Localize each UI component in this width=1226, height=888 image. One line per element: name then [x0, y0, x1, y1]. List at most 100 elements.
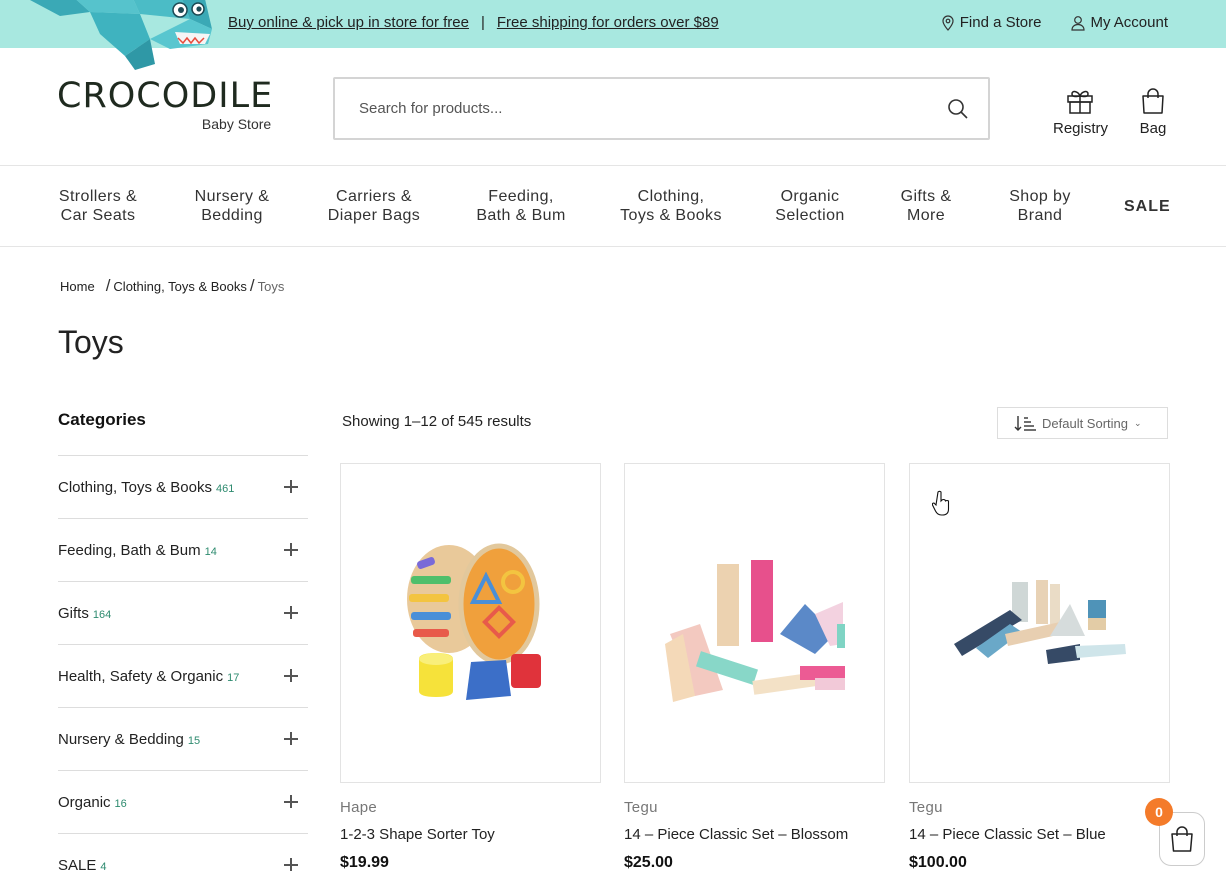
user-icon [1071, 15, 1086, 31]
nav-line: More [906, 207, 946, 224]
header-actions: Registry Bag [1053, 86, 1168, 137]
nav-item-sale[interactable]: SALE [1124, 197, 1170, 216]
search-button[interactable] [928, 79, 988, 138]
sort-icon [1014, 416, 1036, 431]
expand-plus-icon[interactable] [284, 479, 300, 495]
category-item[interactable]: Clothing, Toys & Books 461 [58, 455, 308, 518]
gift-icon [1067, 90, 1094, 114]
nav-item-clothing[interactable]: Clothing, Toys & Books [616, 187, 726, 225]
search-icon [948, 98, 968, 119]
logo-name: CROCODILE [57, 76, 274, 116]
shopping-bag-icon [1142, 88, 1164, 114]
nav-line: Brand [1017, 207, 1063, 224]
promo-links: Buy online & pick up in store for free |… [228, 14, 719, 31]
product-title[interactable]: 1-2-3 Shape Sorter Toy [340, 826, 601, 843]
expand-plus-icon[interactable] [284, 731, 300, 747]
nav-line: Organic [780, 188, 840, 205]
registry-label: Registry [1052, 120, 1108, 137]
floating-cart-button[interactable]: 0 [1145, 798, 1205, 866]
product-card: Tegu 14 – Piece Classic Set – Blossom $2… [624, 463, 885, 872]
nav-line: Toys & Books [620, 207, 722, 224]
expand-plus-icon[interactable] [284, 857, 300, 873]
logo-subtitle: Baby Store [201, 116, 272, 132]
nav-line: Selection [775, 207, 845, 224]
product-image[interactable] [340, 463, 601, 783]
wooden-blocks-blossom-image [665, 560, 845, 702]
page-title: Toys [58, 324, 124, 360]
product-card: Hape 1-2-3 Shape Sorter Toy $19.99 [340, 463, 601, 872]
product-price: $19.99 [340, 854, 389, 871]
nav-line: Gifts & [900, 188, 952, 205]
product-card: Tegu 14 – Piece Classic Set – Blue $100.… [909, 463, 1170, 872]
promo-separator: | [480, 14, 485, 31]
search-input[interactable] [335, 79, 928, 138]
product-title[interactable]: 14 – Piece Classic Set – Blue [909, 826, 1170, 843]
category-item[interactable]: Health, Safety & Organic 17 [58, 644, 308, 707]
registry-button[interactable]: Registry [1053, 86, 1108, 137]
shipping-promo-link[interactable]: Free shipping for orders over $89 [497, 14, 719, 31]
shopping-bag-icon [1171, 826, 1193, 852]
nav-line: Car Seats [60, 207, 136, 224]
sorting-dropdown[interactable]: Default Sorting ⌄ [997, 407, 1168, 439]
category-count: 164 [92, 608, 112, 621]
nav-line: Bath & Bum [476, 207, 566, 224]
category-item[interactable]: Nursery & Bedding 15 [58, 707, 308, 770]
nav-line: Clothing, [637, 188, 705, 205]
site-logo[interactable]: CROCODILE Baby Store [57, 76, 274, 132]
nav-item-nursery[interactable]: Nursery & Bedding [191, 187, 273, 225]
product-brand: Tegu [624, 799, 658, 816]
my-account-label: My Account [1090, 14, 1168, 31]
category-item[interactable]: Gifts 164 [58, 581, 308, 644]
expand-plus-icon[interactable] [284, 668, 300, 684]
expand-plus-icon[interactable] [284, 794, 300, 810]
category-count: 4 [100, 860, 107, 873]
breadcrumb-parent[interactable]: Clothing, Toys & Books [113, 279, 246, 294]
category-label: Feeding, Bath & Bum [58, 541, 201, 559]
nav-item-gifts[interactable]: Gifts & More [895, 187, 957, 225]
product-price: $25.00 [624, 854, 673, 871]
category-count: 461 [215, 482, 235, 495]
product-image[interactable] [624, 463, 885, 783]
category-item[interactable]: SALE 4 [58, 833, 308, 888]
category-list: Clothing, Toys & Books 461 Feeding, Bath … [58, 455, 308, 888]
category-label: Clothing, Toys & Books [58, 478, 212, 496]
nav-item-carriers[interactable]: Carriers & Diaper Bags [322, 187, 426, 225]
nav-item-organic[interactable]: Organic Selection [770, 187, 850, 225]
my-account-link[interactable]: My Account [1071, 14, 1168, 31]
crocodile-mascot-icon [30, 0, 212, 70]
category-count: 17 [227, 671, 240, 684]
nav-item-feeding[interactable]: Feeding, Bath & Bum [470, 187, 572, 225]
nav-divider [0, 246, 1226, 247]
category-label: Nursery & Bedding [58, 730, 184, 748]
bag-label: Bag [1139, 120, 1167, 137]
breadcrumb-home[interactable]: Home [60, 279, 95, 294]
pickup-promo-link[interactable]: Buy online & pick up in store for free [228, 14, 469, 31]
nav-line: Feeding, [488, 188, 554, 205]
sorting-value: Default Sorting [1042, 415, 1128, 431]
breadcrumb: Home / Clothing, Toys & Books / Toys [60, 276, 284, 296]
category-count: 16 [114, 797, 127, 810]
expand-plus-icon[interactable] [284, 542, 300, 558]
nav-line: Strollers & [58, 188, 138, 205]
nav-line: Carriers & [335, 188, 412, 205]
results-count: Showing 1–12 of 545 results [342, 413, 532, 430]
category-label: Gifts [58, 604, 89, 622]
category-item[interactable]: Feeding, Bath & Bum 14 [58, 518, 308, 581]
category-label: SALE [58, 856, 97, 874]
map-pin-icon [942, 14, 954, 31]
nav-line: Bedding [201, 207, 263, 224]
category-item[interactable]: Organic 16 [58, 770, 308, 833]
breadcrumb-current: Toys [257, 278, 285, 294]
expand-plus-icon[interactable] [284, 605, 300, 621]
product-brand: Tegu [909, 799, 943, 816]
find-store-link[interactable]: Find a Store [941, 14, 1041, 31]
breadcrumb-separator: / [105, 276, 111, 295]
breadcrumb-separator: / [249, 276, 255, 295]
topbar-utility-links: Find a Store My Account [941, 14, 1168, 31]
bag-button[interactable]: Bag [1138, 86, 1168, 137]
search-box [333, 77, 990, 140]
nav-line: Shop by [1009, 188, 1071, 205]
product-title[interactable]: 14 – Piece Classic Set – Blossom [624, 826, 885, 843]
nav-item-brand[interactable]: Shop by Brand [1002, 187, 1078, 225]
nav-item-strollers[interactable]: Strollers & Car Seats [57, 187, 139, 225]
